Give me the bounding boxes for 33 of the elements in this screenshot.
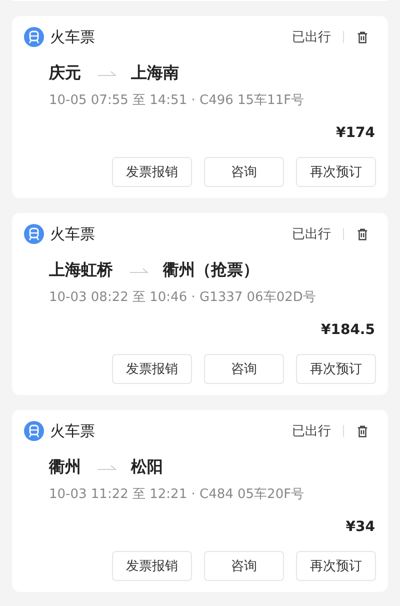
action-button[interactable]: 咨询 xyxy=(204,551,284,581)
delete-icon[interactable] xyxy=(356,228,369,240)
action-button[interactable]: 发票报销 xyxy=(112,157,192,187)
action-button[interactable]: 发票报销 xyxy=(112,551,192,581)
trip-details: 10-03 08:22 至 10:46 · G1337 06车02D号 xyxy=(48,289,317,307)
action-button[interactable]: 咨询 xyxy=(204,354,284,384)
action-button[interactable]: 再次预订 xyxy=(296,354,376,384)
action-button[interactable]: 发票报销 xyxy=(112,354,192,384)
delete-icon[interactable] xyxy=(356,424,369,438)
departure-station: 衢州 xyxy=(49,456,81,478)
trip-details: 10-03 11:22 至 12:21 · C484 05车20F号 xyxy=(48,486,306,504)
status-label: 已出行 xyxy=(292,423,331,440)
train-icon xyxy=(24,27,44,47)
departure-station: 庆元 xyxy=(49,62,81,84)
delete-icon[interactable] xyxy=(356,30,369,44)
trip-details: 10-05 07:55 至 14:51 · C496 15车11F号 xyxy=(48,92,306,110)
category-label: 火车票 xyxy=(50,28,95,46)
status-label: 已出行 xyxy=(292,29,331,46)
train-icon xyxy=(24,421,44,441)
status-label: 已出行 xyxy=(292,226,331,243)
arrival-station: 衢州（抢票） xyxy=(163,260,259,280)
arrival-station: 上海南 xyxy=(131,62,179,84)
action-button[interactable]: 再次预订 xyxy=(296,157,376,187)
category-label: 火车票 xyxy=(50,224,95,244)
price: ¥174 xyxy=(336,124,375,143)
price: ¥184.5 xyxy=(320,321,375,340)
action-button[interactable]: 再次预订 xyxy=(296,551,376,581)
price: ¥34 xyxy=(346,518,375,537)
arrival-station: 松阳 xyxy=(131,456,163,478)
category-label: 火车票 xyxy=(50,422,95,440)
departure-station: 上海虹桥 xyxy=(49,260,113,280)
action-button[interactable]: 咨询 xyxy=(204,157,284,187)
train-icon xyxy=(24,224,44,244)
